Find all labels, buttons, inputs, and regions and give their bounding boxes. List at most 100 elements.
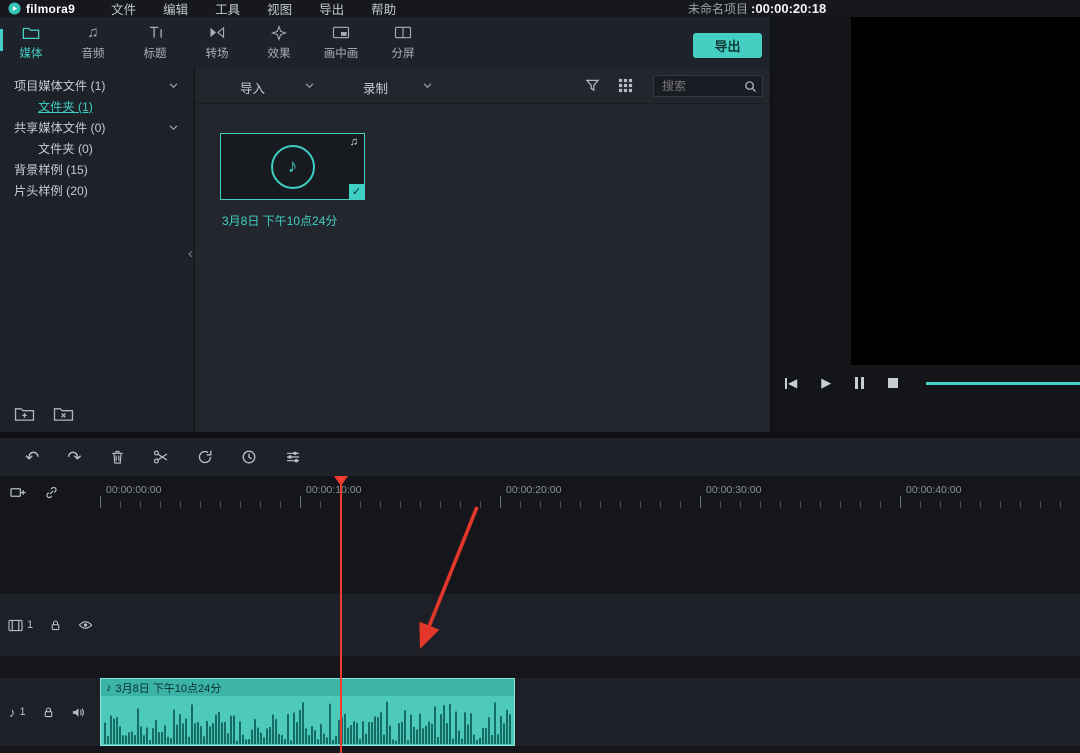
video-track-number: 1 xyxy=(27,619,33,631)
sidebar-item-folder-0[interactable]: 文件夹 (0) xyxy=(0,139,194,160)
menu-items: 文件 编辑 工具 视图 导出 帮助 xyxy=(111,0,396,18)
active-tab-indicator xyxy=(0,29,3,51)
filmora-app-window: filmora9 文件 编辑 工具 视图 导出 帮助 未命名项目 :00:00:… xyxy=(0,0,1080,753)
tab-transitions[interactable]: 转场 xyxy=(186,24,248,68)
audio-clip-label: 3月8日 下午10点24分 xyxy=(116,680,222,696)
sidebar-item-folder-1[interactable]: 文件夹 (1) xyxy=(0,97,194,118)
sidebar-item-folder-1-label: 文件夹 (1) xyxy=(38,100,93,114)
tab-media-label: 媒体 xyxy=(20,45,43,61)
redo-icon[interactable]: ↷ xyxy=(67,449,81,466)
menu-help[interactable]: 帮助 xyxy=(371,0,396,18)
sidebar-folder-actions xyxy=(14,405,74,422)
delete-icon[interactable] xyxy=(110,449,125,465)
menu-tools[interactable]: 工具 xyxy=(215,0,240,18)
transition-icon xyxy=(208,24,226,41)
add-folder-icon[interactable] xyxy=(14,405,35,422)
audio-track-mute-icon[interactable] xyxy=(71,706,85,719)
sidebar-item-shared-media-label: 共享媒体文件 (0) xyxy=(14,121,105,135)
pause-button[interactable] xyxy=(855,377,864,389)
video-track-header: 1 xyxy=(0,594,100,656)
audio-file-icon: ♪ xyxy=(271,145,315,189)
audio-clip[interactable]: ♪ 3月8日 下午10点24分 xyxy=(100,678,515,746)
tab-transitions-label: 转场 xyxy=(206,45,229,61)
delete-folder-icon[interactable] xyxy=(53,405,74,422)
video-preview-area xyxy=(851,17,1080,365)
app-logo: filmora9 xyxy=(8,2,75,16)
sidebar-item-folder-0-label: 文件夹 (0) xyxy=(38,142,93,156)
filmora-logo-icon xyxy=(8,2,21,15)
stop-button[interactable] xyxy=(888,378,898,388)
record-button[interactable]: 录制 xyxy=(363,78,388,97)
audio-track-lock-icon[interactable] xyxy=(42,706,55,719)
timeline: 00:00:00:00 00:00:10:00 00:00:20:00 00:0… xyxy=(0,476,1080,753)
menu-file[interactable]: 文件 xyxy=(111,0,136,18)
app-logo-text: filmora9 xyxy=(26,2,75,16)
adjust-mixer-icon[interactable] xyxy=(285,449,301,465)
audio-clip-note-icon: ♪ xyxy=(106,682,112,694)
playhead-handle[interactable] xyxy=(334,476,348,486)
library-tab-bar: 媒体 ♫ 音频 标题 转场 效果 画中画 分屏 导出 xyxy=(0,17,770,68)
preview-panel: ◀ ▶ xyxy=(770,17,1080,432)
media-item-thumbnail[interactable]: ♪ ♫ ✓ xyxy=(220,133,365,200)
duration-clock-icon[interactable] xyxy=(241,449,257,465)
sidebar-item-background-samples-label: 背景样例 (15) xyxy=(14,163,88,177)
timeline-ruler[interactable]: 00:00:00:00 00:00:10:00 00:00:20:00 00:0… xyxy=(0,476,1080,510)
speed-render-icon[interactable] xyxy=(197,449,213,465)
audio-clip-waveform xyxy=(101,696,514,745)
tab-effects-label: 效果 xyxy=(268,45,291,61)
sidebar-item-shared-media[interactable]: 共享媒体文件 (0) xyxy=(0,118,194,139)
media-item-title: 3月8日 下午10点24分 xyxy=(222,212,337,229)
grid-view-icon[interactable] xyxy=(618,78,633,93)
menu-edit[interactable]: 编辑 xyxy=(163,0,188,18)
record-chevron-icon[interactable] xyxy=(423,83,432,89)
playback-progress-slider[interactable] xyxy=(926,382,1080,385)
video-track-lane[interactable] xyxy=(0,594,1080,656)
tab-pip[interactable]: 画中画 xyxy=(310,24,372,68)
add-track-icon[interactable] xyxy=(10,485,27,500)
media-folder-icon xyxy=(22,24,40,41)
undo-icon[interactable]: ↶ xyxy=(25,449,39,466)
split-screen-icon xyxy=(394,24,412,41)
link-icon[interactable] xyxy=(44,485,59,500)
project-info: 未命名项目 :00:00:20:18 xyxy=(688,0,826,17)
video-track-lock-icon[interactable] xyxy=(49,619,62,632)
chevron-down-icon[interactable] xyxy=(169,83,178,89)
menu-export[interactable]: 导出 xyxy=(319,0,344,18)
sidebar-item-intro-samples[interactable]: 片头样例 (20) xyxy=(0,181,194,202)
media-panel: 导入 录制 ♪ ♫ ✓ 3月8日 下午10点24分 xyxy=(195,68,770,432)
media-library-sidebar: 项目媒体文件 (1) 文件夹 (1) 共享媒体文件 (0) 文件夹 (0) 背景… xyxy=(0,68,195,432)
tab-titles[interactable]: 标题 xyxy=(124,24,186,68)
sidebar-item-background-samples[interactable]: 背景样例 (15) xyxy=(0,160,194,181)
export-button[interactable]: 导出 xyxy=(693,33,762,58)
tab-audio[interactable]: ♫ 音频 xyxy=(62,24,124,68)
tab-effects[interactable]: 效果 xyxy=(248,24,310,68)
menu-view[interactable]: 视图 xyxy=(267,0,292,18)
timeline-track-actions xyxy=(10,485,59,500)
menu-bar: filmora9 文件 编辑 工具 视图 导出 帮助 未命名项目 :00:00:… xyxy=(0,0,1080,17)
sidebar-item-intro-samples-label: 片头样例 (20) xyxy=(14,184,88,198)
sidebar-collapse-handle[interactable]: ‹ xyxy=(188,246,193,261)
audio-clip-header: ♪ 3月8日 下午10点24分 xyxy=(101,679,514,696)
audio-track-header: ♪ 1 xyxy=(0,678,100,746)
tab-media[interactable]: 媒体 xyxy=(0,24,62,68)
split-scissors-icon[interactable] xyxy=(153,449,169,465)
media-panel-toolbar: 导入 录制 xyxy=(195,68,770,104)
chevron-down-icon[interactable] xyxy=(169,125,178,131)
audio-track-number: 1 xyxy=(20,706,26,718)
filter-icon[interactable] xyxy=(585,78,600,93)
music-note-icon: ♫ xyxy=(87,24,98,41)
tab-split-screen-label: 分屏 xyxy=(392,45,415,61)
tab-split-screen[interactable]: 分屏 xyxy=(372,24,434,68)
tab-titles-label: 标题 xyxy=(144,45,167,61)
search-icon[interactable] xyxy=(744,80,757,93)
video-track-visibility-icon[interactable] xyxy=(78,619,93,631)
import-button[interactable]: 导入 xyxy=(240,78,265,97)
sidebar-item-project-media[interactable]: 项目媒体文件 (1) xyxy=(0,76,194,97)
playhead-line[interactable] xyxy=(340,476,342,753)
previous-frame-button[interactable]: ◀ xyxy=(785,376,797,390)
project-timecode: :00:00:20:18 xyxy=(751,1,826,16)
ruler-label-2: 00:00:20:00 xyxy=(506,484,561,496)
import-chevron-icon[interactable] xyxy=(305,83,314,89)
play-button[interactable]: ▶ xyxy=(821,375,831,391)
ruler-label-3: 00:00:30:00 xyxy=(706,484,761,496)
